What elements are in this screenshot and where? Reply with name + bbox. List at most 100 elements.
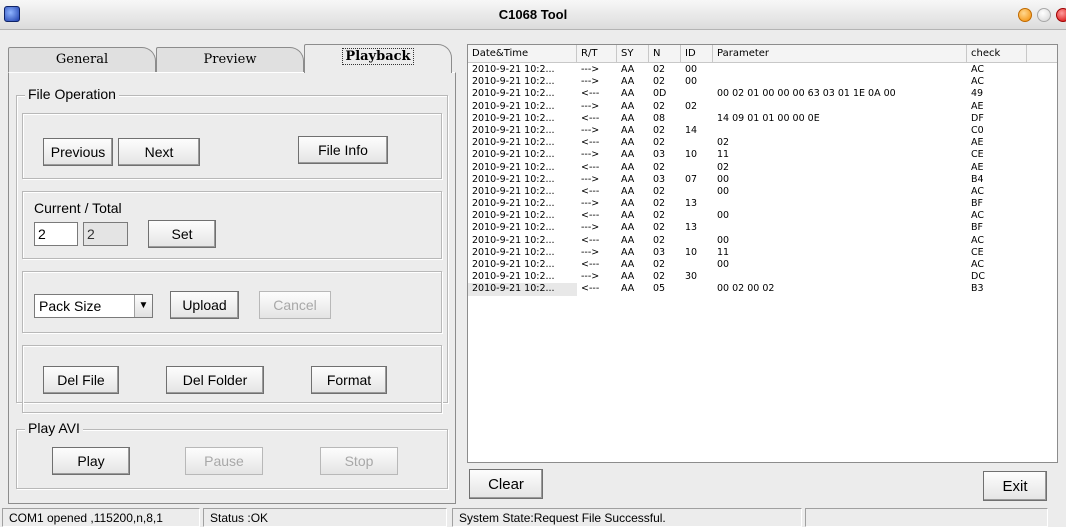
table-row[interactable]: 2010-9-21 10:2... ---> AA 03 10 11 CE — [468, 149, 1057, 161]
log-cell: 2010-9-21 10:2... — [472, 222, 555, 234]
play-avi-group: Play AVI Play Pause Stop — [16, 420, 448, 489]
log-column-header[interactable]: check — [967, 45, 1027, 63]
log-cell — [713, 101, 967, 113]
log-cell: 02 — [717, 137, 730, 149]
log-cell: <--- — [581, 161, 600, 173]
log-cell: 03 — [653, 149, 666, 161]
log-cell: AA — [621, 112, 635, 124]
set-button[interactable]: Set — [148, 220, 216, 248]
next-button[interactable]: Next — [118, 138, 200, 166]
table-row[interactable]: 2010-9-21 10:2... ---> AA 02 02 AE — [468, 100, 1057, 113]
log-cell: AA — [621, 173, 635, 185]
log-cell — [713, 76, 967, 88]
log-cell — [681, 235, 713, 247]
log-cell: <--- — [581, 137, 600, 149]
log-cell: ---> — [581, 173, 600, 185]
log-cell: AA — [621, 137, 635, 149]
minimize-icon[interactable] — [1018, 8, 1032, 22]
log-cell: <--- — [581, 185, 600, 197]
log-cell: 2010-9-21 10:2... — [472, 198, 555, 210]
table-row[interactable]: 2010-9-21 10:2... <--- AA 0D 00 02 01 00 00 … — [468, 88, 1057, 100]
play-button[interactable]: Play — [52, 447, 130, 475]
del-file-button[interactable]: Del File — [43, 366, 119, 394]
pack-size-select[interactable]: Pack Size ▼ — [34, 294, 153, 318]
clear-button[interactable]: Clear — [469, 469, 543, 499]
log-cell: <--- — [581, 259, 600, 270]
log-cell: BF — [971, 198, 983, 210]
tab-general[interactable]: General — [8, 47, 156, 72]
log-cell: 2010-9-21 10:2... — [472, 64, 555, 75]
exit-button[interactable]: Exit — [983, 471, 1047, 501]
play-avi-legend: Play AVI — [25, 420, 83, 436]
log-cell — [681, 259, 713, 271]
table-row[interactable]: 2010-9-21 10:2... <--- AA 02 02 AE — [468, 137, 1057, 149]
log-cell: 10 — [685, 246, 698, 258]
table-row[interactable]: 2010-9-21 10:2... <--- AA 02 02 AE — [468, 161, 1057, 174]
log-cell: CE — [971, 149, 984, 161]
table-row[interactable]: 2010-9-21 10:2... ---> AA 03 07 00 B4 — [468, 173, 1057, 186]
playback-tab-body: File Operation Previous Next File Info C… — [8, 72, 456, 504]
table-row[interactable]: 2010-9-21 10:2... <--- AA 08 14 09 01 01 00 … — [468, 112, 1057, 125]
message-log-list[interactable]: Date&Time R/T SY N ID Parameter check 2010-9-2… — [467, 44, 1058, 463]
log-cell: 2010-9-21 10:2... — [472, 100, 555, 112]
status-ok: Status :OK — [203, 508, 447, 527]
previous-button[interactable]: Previous — [43, 138, 113, 166]
current-total-box: Current / Total 2 2 Set — [22, 191, 442, 259]
log-cell: 00 — [717, 173, 730, 185]
tab-preview[interactable]: Preview — [156, 47, 304, 72]
log-cell: 00 — [717, 210, 730, 222]
log-cell: 02 — [653, 210, 666, 222]
table-row[interactable]: 2010-9-21 10:2... <--- AA 02 00 AC — [468, 210, 1057, 222]
log-cell: 02 — [653, 185, 666, 197]
maximize-icon[interactable] — [1037, 8, 1051, 22]
log-cell: 49 — [971, 88, 984, 100]
title-bar: C1068 Tool — [0, 0, 1066, 30]
file-operation-legend: File Operation — [25, 86, 119, 102]
log-cell: CE — [971, 246, 984, 258]
log-cell: 2010-9-21 10:2... — [472, 271, 555, 283]
log-cell: AC — [971, 259, 984, 270]
table-row[interactable]: 2010-9-21 10:2... ---> AA 02 00 AC — [468, 76, 1057, 88]
log-cell: 02 — [653, 76, 666, 88]
log-cell: AC — [971, 210, 984, 222]
log-column-header[interactable]: N — [649, 45, 681, 63]
log-cell: C0 — [971, 124, 984, 136]
log-column-header[interactable]: Date&Time — [468, 45, 577, 63]
log-cell: 13 — [685, 222, 698, 234]
log-cell: DC — [971, 271, 985, 283]
log-column-header[interactable]: SY — [617, 45, 649, 63]
table-row[interactable]: 2010-9-21 10:2... <--- AA 02 00 AC — [468, 235, 1057, 247]
upload-box: Pack Size ▼ Upload Cancel — [22, 271, 442, 333]
table-row[interactable]: 2010-9-21 10:2... <--- AA 02 00 AC — [468, 259, 1057, 271]
upload-button[interactable]: Upload — [170, 291, 239, 319]
table-row[interactable]: 2010-9-21 10:2... ---> AA 02 30 DC — [468, 271, 1057, 283]
log-column-tail — [1057, 45, 1058, 463]
close-icon[interactable] — [1056, 8, 1066, 22]
log-cell — [681, 210, 713, 222]
log-cell: ---> — [581, 124, 600, 136]
log-column-header[interactable]: ID — [681, 45, 713, 63]
table-row[interactable]: 2010-9-21 10:2... ---> AA 02 13 BF — [468, 222, 1057, 234]
format-button[interactable]: Format — [311, 366, 387, 394]
log-cell: AA — [621, 100, 635, 112]
pause-button: Pause — [185, 447, 263, 475]
chevron-down-icon[interactable]: ▼ — [134, 295, 152, 317]
log-column-header[interactable]: Parameter — [713, 45, 967, 63]
table-row[interactable]: 2010-9-21 10:2... ---> AA 02 13 BF — [468, 198, 1057, 210]
log-cell: <--- — [581, 112, 600, 124]
log-column-header[interactable]: R/T — [577, 45, 617, 63]
table-row[interactable]: 2010-9-21 10:2... <--- AA 02 00 AC — [468, 185, 1057, 198]
log-cell: AA — [621, 222, 635, 234]
table-row[interactable]: 2010-9-21 10:2... ---> AA 02 14 C0 — [468, 124, 1057, 137]
del-folder-button[interactable]: Del Folder — [166, 366, 264, 394]
file-info-button[interactable]: File Info — [298, 136, 388, 164]
tab-playback[interactable]: Playback — [304, 44, 452, 73]
table-row[interactable]: 2010-9-21 10:2... <--- AA 05 00 02 00 02 B3 — [468, 283, 1057, 296]
current-index-field[interactable]: 2 — [34, 222, 78, 246]
log-cell: 02 — [653, 222, 666, 234]
log-cell: ---> — [581, 76, 600, 88]
log-cell — [713, 222, 967, 234]
log-cell: <--- — [581, 283, 600, 295]
table-row[interactable]: 2010-9-21 10:2... ---> AA 02 00 AC — [468, 64, 1057, 76]
table-row[interactable]: 2010-9-21 10:2... ---> AA 03 10 11 CE — [468, 246, 1057, 259]
